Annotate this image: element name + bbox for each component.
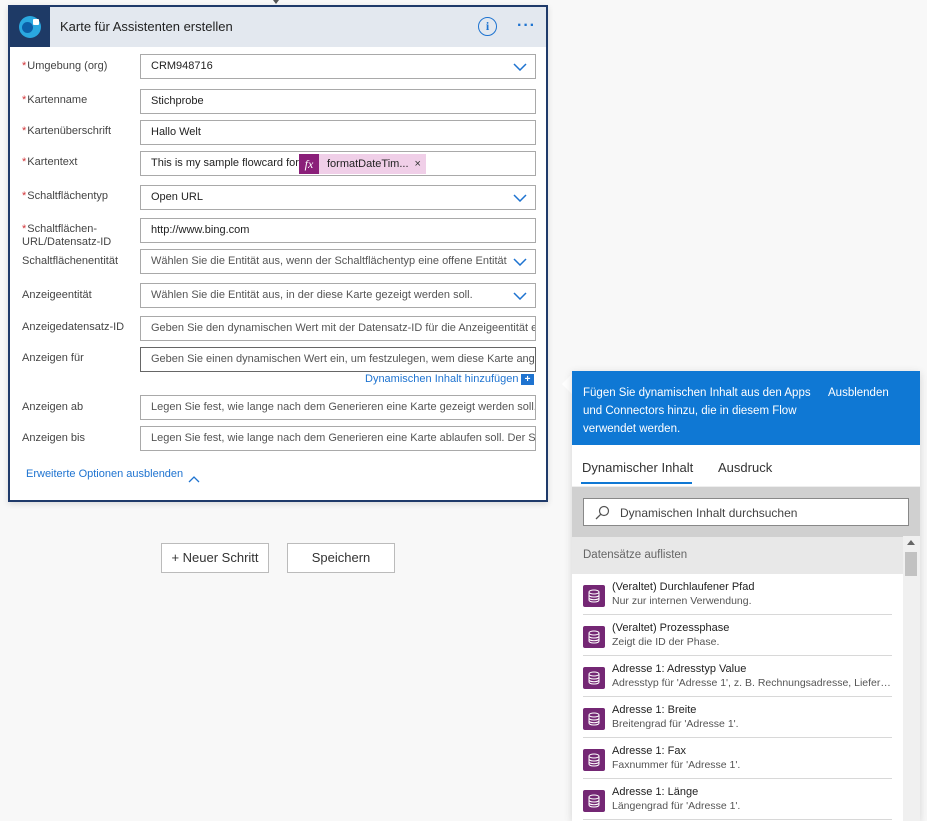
list-item[interactable]: Adresse 1: Länge Längengrad für 'Adresse … bbox=[583, 779, 892, 820]
kartentext-label: *Kartentext bbox=[22, 156, 78, 168]
chevron-down-icon[interactable] bbox=[513, 258, 527, 266]
list-item[interactable]: Adresse 1: Fax Faxnummer für 'Adresse 1'. bbox=[583, 738, 892, 779]
item-description: Adresstyp für 'Adresse 1', z. B. Rechnun… bbox=[612, 677, 892, 689]
search-area: Dynamischen Inhalt durchsuchen bbox=[572, 487, 920, 537]
add-dynamic-content-link[interactable]: Dynamischen Inhalt hinzufügen bbox=[365, 373, 518, 385]
save-button[interactable]: Speichern bbox=[287, 543, 395, 573]
anzeigen-bis-label: Anzeigen bis bbox=[22, 432, 85, 444]
info-icon[interactable]: i bbox=[478, 17, 497, 36]
token-remove-icon[interactable]: × bbox=[415, 153, 426, 176]
chevron-down-icon[interactable] bbox=[513, 63, 527, 71]
card-header[interactable]: Karte für Assistenten erstellen i ··· bbox=[10, 7, 546, 47]
more-options-icon[interactable]: ··· bbox=[517, 17, 536, 35]
schaltflaechenentitaet-select[interactable]: Wählen Sie die Entität aus, wenn der Sch… bbox=[140, 249, 536, 274]
schaltflaechentyp-value: Open URL bbox=[151, 191, 203, 203]
item-description: Zeigt die ID der Phase. bbox=[612, 636, 720, 648]
panel-tabs: Dynamischer Inhalt Ausdruck bbox=[572, 445, 920, 487]
schaltflaechenentitaet-placeholder: Wählen Sie die Entität aus, wenn der Sch… bbox=[151, 255, 507, 267]
chevron-up-icon[interactable] bbox=[188, 470, 200, 488]
action-card: Karte für Assistenten erstellen i ··· *U… bbox=[8, 5, 548, 502]
chevron-down-icon[interactable] bbox=[513, 292, 527, 300]
hide-panel-link[interactable]: Ausblenden bbox=[828, 384, 889, 402]
chevron-down-icon[interactable] bbox=[513, 194, 527, 202]
item-title: (Veraltet) Durchlaufener Pfad bbox=[612, 581, 755, 593]
database-icon bbox=[583, 626, 605, 648]
search-icon bbox=[594, 505, 610, 526]
kartenueberschrift-label: *Kartenüberschrift bbox=[22, 125, 112, 137]
database-icon bbox=[583, 667, 605, 689]
umgebung-select[interactable]: CRM948716 bbox=[140, 54, 536, 79]
active-tab-indicator bbox=[581, 482, 692, 484]
item-title: Adresse 1: Fax bbox=[612, 745, 686, 757]
list-item[interactable]: Adresse 1: Adresstyp Value Adresstyp für … bbox=[583, 656, 892, 697]
list-item[interactable]: (Veraltet) Durchlaufener Pfad Nur zur int… bbox=[583, 574, 892, 615]
schaltflaechen-url-input[interactable]: http://www.bing.com bbox=[140, 218, 536, 243]
hide-advanced-options-link[interactable]: Erweiterte Optionen ausblenden bbox=[26, 468, 183, 480]
dynamics-logo-icon bbox=[10, 7, 50, 47]
kartentext-value: This is my sample flowcard for bbox=[151, 157, 299, 169]
kartenueberschrift-input[interactable]: Hallo Welt bbox=[140, 120, 536, 145]
panel-scrollbar[interactable] bbox=[903, 536, 920, 821]
search-placeholder: Dynamischen Inhalt durchsuchen bbox=[620, 506, 798, 520]
item-title: Adresse 1: Länge bbox=[612, 786, 699, 798]
token-label: formatDateTim... bbox=[327, 157, 409, 170]
tab-dynamic-content[interactable]: Dynamischer Inhalt bbox=[582, 460, 693, 475]
anzeigen-ab-label: Anzeigen ab bbox=[22, 401, 84, 413]
anzeigeentitaet-select[interactable]: Wählen Sie die Entität aus, in der diese… bbox=[140, 283, 536, 308]
anzeigen-bis-input[interactable]: Legen Sie fest, wie lange nach dem Gener… bbox=[140, 426, 536, 451]
list-item[interactable]: Adresse 1: Breite Breitengrad für 'Adress… bbox=[583, 697, 892, 738]
database-icon bbox=[583, 585, 605, 607]
item-description: Längengrad für 'Adresse 1'. bbox=[612, 800, 741, 812]
panel-message: Fügen Sie dynamischen Inhalt aus den App… bbox=[583, 387, 811, 435]
item-title: Adresse 1: Breite bbox=[612, 704, 697, 716]
fx-icon: fx bbox=[299, 154, 319, 174]
database-icon bbox=[583, 708, 605, 730]
anzeigedatensatz-label: Anzeigedatensatz-ID bbox=[22, 321, 125, 333]
connector-caret bbox=[273, 0, 279, 4]
anzeigeentitaet-label: Anzeigeentität bbox=[22, 289, 92, 301]
tab-expression[interactable]: Ausdruck bbox=[718, 460, 772, 475]
anzeigen-fuer-input[interactable]: Geben Sie einen dynamischen Wert ein, um… bbox=[140, 347, 536, 372]
schaltflaechen-url-label: *Schaltflächen-URL/Datensatz-ID bbox=[22, 223, 112, 248]
umgebung-value: CRM948716 bbox=[151, 60, 213, 72]
add-dynamic-content-icon[interactable]: + bbox=[521, 374, 534, 385]
anzeigen-fuer-label: Anzeigen für bbox=[22, 352, 84, 364]
list-item[interactable]: (Veraltet) Prozessphase Zeigt die ID der … bbox=[583, 615, 892, 656]
database-icon bbox=[583, 749, 605, 771]
item-description: Breitengrad für 'Adresse 1'. bbox=[612, 718, 739, 730]
card-title: Karte für Assistenten erstellen bbox=[60, 19, 233, 34]
panel-header: Fügen Sie dynamischen Inhalt aus den App… bbox=[572, 371, 920, 445]
item-title: Adresse 1: Adresstyp Value bbox=[612, 663, 747, 675]
item-title: (Veraltet) Prozessphase bbox=[612, 622, 730, 634]
new-step-button[interactable]: + Neuer Schritt bbox=[161, 543, 269, 573]
schaltflaechentyp-select[interactable]: Open URL bbox=[140, 185, 536, 210]
schaltflaechenentitaet-label: Schaltflächenentität bbox=[22, 255, 119, 267]
umgebung-label: *Umgebung (org) bbox=[22, 60, 108, 72]
item-description: Faxnummer für 'Adresse 1'. bbox=[612, 759, 741, 771]
kartenname-input[interactable]: Stichprobe bbox=[140, 89, 536, 114]
section-title: Datensätze auflisten bbox=[583, 549, 688, 561]
dynamic-content-panel: Fügen Sie dynamischen Inhalt aus den App… bbox=[572, 371, 920, 821]
anzeigedatensatz-input[interactable]: Geben Sie den dynamischen Wert mit der D… bbox=[140, 316, 536, 341]
kartentext-input[interactable]: This is my sample flowcard for fx format… bbox=[140, 151, 536, 176]
dynamic-content-search-input[interactable]: Dynamischen Inhalt durchsuchen bbox=[583, 498, 909, 526]
database-icon bbox=[583, 790, 605, 812]
expression-token[interactable]: fx formatDateTim... × bbox=[299, 154, 426, 174]
section-header[interactable]: Datensätze auflisten bbox=[572, 537, 920, 574]
item-description: Nur zur internen Verwendung. bbox=[612, 595, 752, 607]
anzeigen-ab-input[interactable]: Legen Sie fest, wie lange nach dem Gener… bbox=[140, 395, 536, 420]
anzeigeentitaet-placeholder: Wählen Sie die Entität aus, in der diese… bbox=[151, 289, 473, 301]
scroll-up-icon[interactable] bbox=[907, 540, 915, 545]
scroll-thumb[interactable] bbox=[905, 552, 917, 576]
schaltflaechentyp-label: *Schaltflächentyp bbox=[22, 190, 108, 202]
kartenname-label: *Kartenname bbox=[22, 94, 88, 106]
